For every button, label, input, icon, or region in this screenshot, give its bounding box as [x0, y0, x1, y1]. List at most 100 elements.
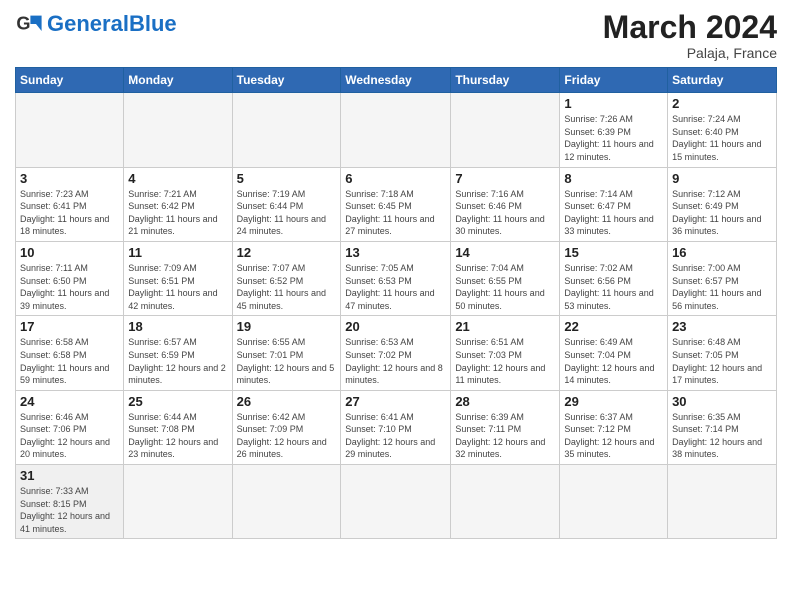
- day-number: 31: [20, 468, 119, 483]
- calendar-cell: 5Sunrise: 7:19 AM Sunset: 6:44 PM Daylig…: [232, 167, 341, 241]
- day-info: Sunrise: 7:18 AM Sunset: 6:45 PM Dayligh…: [345, 188, 446, 238]
- day-info: Sunrise: 6:51 AM Sunset: 7:03 PM Dayligh…: [455, 336, 555, 386]
- day-number: 21: [455, 319, 555, 334]
- day-number: 19: [237, 319, 337, 334]
- logo-blue: Blue: [129, 11, 177, 36]
- calendar-cell: 29 Sunrise: 6:37 AM Sunset: 7:12 PM Dayli…: [560, 390, 668, 464]
- calendar-week-row: 3 Sunrise: 7:23 AM Sunset: 6:41 PM Daylig…: [16, 167, 777, 241]
- calendar-cell: 31 Sunrise: 7:33 AM Sunset: 8:15 PM Dayli…: [16, 465, 124, 539]
- title-area: March 2024 Palaja, France: [603, 10, 777, 61]
- weekday-header-friday: Friday: [560, 68, 668, 93]
- day-number: 14: [455, 245, 555, 260]
- weekday-header-saturday: Saturday: [668, 68, 777, 93]
- calendar: SundayMondayTuesdayWednesdayThursdayFrid…: [15, 67, 777, 539]
- calendar-cell: 23 Sunrise: 6:48 AM Sunset: 7:05 PM Dayli…: [668, 316, 777, 390]
- calendar-week-row: 31 Sunrise: 7:33 AM Sunset: 8:15 PM Dayli…: [16, 465, 777, 539]
- day-number: 20: [345, 319, 446, 334]
- day-number: 7: [455, 171, 555, 186]
- day-info: Sunrise: 6:35 AM Sunset: 7:14 PM Dayligh…: [672, 411, 772, 461]
- day-info: Sunrise: 7:05 AM Sunset: 6:53 PM Dayligh…: [345, 262, 446, 312]
- calendar-cell: 10 Sunrise: 7:11 AM Sunset: 6:50 PM Dayli…: [16, 241, 124, 315]
- calendar-cell: 9 Sunrise: 7:12 AM Sunset: 6:49 PM Daylig…: [668, 167, 777, 241]
- calendar-cell: [232, 465, 341, 539]
- svg-text:G: G: [16, 14, 30, 34]
- day-number: 22: [564, 319, 663, 334]
- calendar-cell: 8Sunrise: 7:14 AM Sunset: 6:47 PM Daylig…: [560, 167, 668, 241]
- calendar-week-row: 1Sunrise: 7:26 AM Sunset: 6:39 PM Daylig…: [16, 93, 777, 167]
- weekday-header-sunday: Sunday: [16, 68, 124, 93]
- calendar-cell: 6 Sunrise: 7:18 AM Sunset: 6:45 PM Daylig…: [341, 167, 451, 241]
- day-number: 27: [345, 394, 446, 409]
- day-info: Sunrise: 6:37 AM Sunset: 7:12 PM Dayligh…: [564, 411, 663, 461]
- day-info: Sunrise: 7:09 AM Sunset: 6:51 PM Dayligh…: [128, 262, 227, 312]
- weekday-header-monday: Monday: [124, 68, 232, 93]
- calendar-cell: 4 Sunrise: 7:21 AM Sunset: 6:42 PM Daylig…: [124, 167, 232, 241]
- calendar-cell: 19 Sunrise: 6:55 AM Sunset: 7:01 PM Dayli…: [232, 316, 341, 390]
- day-info: Sunrise: 6:55 AM Sunset: 7:01 PM Dayligh…: [237, 336, 337, 386]
- day-number: 13: [345, 245, 446, 260]
- day-info: Sunrise: 7:11 AM Sunset: 6:50 PM Dayligh…: [20, 262, 119, 312]
- day-number: 6: [345, 171, 446, 186]
- weekday-header-wednesday: Wednesday: [341, 68, 451, 93]
- calendar-cell: 3 Sunrise: 7:23 AM Sunset: 6:41 PM Daylig…: [16, 167, 124, 241]
- calendar-week-row: 10 Sunrise: 7:11 AM Sunset: 6:50 PM Dayli…: [16, 241, 777, 315]
- calendar-cell: 28 Sunrise: 6:39 AM Sunset: 7:11 PM Dayli…: [451, 390, 560, 464]
- day-number: 11: [128, 245, 227, 260]
- day-info: Sunrise: 7:07 AM Sunset: 6:52 PM Dayligh…: [237, 262, 337, 312]
- day-number: 3: [20, 171, 119, 186]
- day-info: Sunrise: 7:02 AM Sunset: 6:56 PM Dayligh…: [564, 262, 663, 312]
- day-info: Sunrise: 6:57 AM Sunset: 6:59 PM Dayligh…: [128, 336, 227, 386]
- location-subtitle: Palaja, France: [603, 45, 777, 61]
- day-info: Sunrise: 6:41 AM Sunset: 7:10 PM Dayligh…: [345, 411, 446, 461]
- logo-general: General: [47, 11, 129, 36]
- day-info: Sunrise: 6:42 AM Sunset: 7:09 PM Dayligh…: [237, 411, 337, 461]
- calendar-cell: 13 Sunrise: 7:05 AM Sunset: 6:53 PM Dayli…: [341, 241, 451, 315]
- day-info: Sunrise: 7:23 AM Sunset: 6:41 PM Dayligh…: [20, 188, 119, 238]
- day-number: 9: [672, 171, 772, 186]
- day-number: 4: [128, 171, 227, 186]
- day-info: Sunrise: 7:12 AM Sunset: 6:49 PM Dayligh…: [672, 188, 772, 238]
- day-info: Sunrise: 6:53 AM Sunset: 7:02 PM Dayligh…: [345, 336, 446, 386]
- day-info: Sunrise: 6:46 AM Sunset: 7:06 PM Dayligh…: [20, 411, 119, 461]
- calendar-week-row: 17Sunrise: 6:58 AM Sunset: 6:58 PM Dayli…: [16, 316, 777, 390]
- weekday-header-row: SundayMondayTuesdayWednesdayThursdayFrid…: [16, 68, 777, 93]
- calendar-cell: 22Sunrise: 6:49 AM Sunset: 7:04 PM Dayli…: [560, 316, 668, 390]
- calendar-cell: 16Sunrise: 7:00 AM Sunset: 6:57 PM Dayli…: [668, 241, 777, 315]
- calendar-cell: [451, 93, 560, 167]
- day-number: 15: [564, 245, 663, 260]
- calendar-cell: [560, 465, 668, 539]
- day-info: Sunrise: 6:39 AM Sunset: 7:11 PM Dayligh…: [455, 411, 555, 461]
- calendar-cell: 18 Sunrise: 6:57 AM Sunset: 6:59 PM Dayli…: [124, 316, 232, 390]
- calendar-cell: 15 Sunrise: 7:02 AM Sunset: 6:56 PM Dayli…: [560, 241, 668, 315]
- day-number: 26: [237, 394, 337, 409]
- day-number: 25: [128, 394, 227, 409]
- day-info: Sunrise: 7:00 AM Sunset: 6:57 PM Dayligh…: [672, 262, 772, 312]
- calendar-cell: 20 Sunrise: 6:53 AM Sunset: 7:02 PM Dayli…: [341, 316, 451, 390]
- calendar-cell: 1Sunrise: 7:26 AM Sunset: 6:39 PM Daylig…: [560, 93, 668, 167]
- day-number: 10: [20, 245, 119, 260]
- calendar-cell: 21 Sunrise: 6:51 AM Sunset: 7:03 PM Dayli…: [451, 316, 560, 390]
- calendar-cell: 7Sunrise: 7:16 AM Sunset: 6:46 PM Daylig…: [451, 167, 560, 241]
- day-info: Sunrise: 7:21 AM Sunset: 6:42 PM Dayligh…: [128, 188, 227, 238]
- day-info: Sunrise: 7:14 AM Sunset: 6:47 PM Dayligh…: [564, 188, 663, 238]
- day-number: 28: [455, 394, 555, 409]
- calendar-cell: [451, 465, 560, 539]
- day-number: 18: [128, 319, 227, 334]
- calendar-cell: 11 Sunrise: 7:09 AM Sunset: 6:51 PM Dayli…: [124, 241, 232, 315]
- day-info: Sunrise: 7:19 AM Sunset: 6:44 PM Dayligh…: [237, 188, 337, 238]
- calendar-cell: [124, 93, 232, 167]
- day-number: 23: [672, 319, 772, 334]
- calendar-cell: 2Sunrise: 7:24 AM Sunset: 6:40 PM Daylig…: [668, 93, 777, 167]
- day-info: Sunrise: 7:04 AM Sunset: 6:55 PM Dayligh…: [455, 262, 555, 312]
- day-info: Sunrise: 7:33 AM Sunset: 8:15 PM Dayligh…: [20, 485, 119, 535]
- month-title: March 2024: [603, 10, 777, 45]
- day-info: Sunrise: 7:24 AM Sunset: 6:40 PM Dayligh…: [672, 113, 772, 163]
- day-info: Sunrise: 6:48 AM Sunset: 7:05 PM Dayligh…: [672, 336, 772, 386]
- day-number: 29: [564, 394, 663, 409]
- logo-icon: G: [15, 10, 43, 38]
- calendar-cell: 30Sunrise: 6:35 AM Sunset: 7:14 PM Dayli…: [668, 390, 777, 464]
- calendar-cell: [668, 465, 777, 539]
- header: G GeneralBlue March 2024 Palaja, France: [15, 10, 777, 61]
- calendar-cell: [232, 93, 341, 167]
- day-info: Sunrise: 7:26 AM Sunset: 6:39 PM Dayligh…: [564, 113, 663, 163]
